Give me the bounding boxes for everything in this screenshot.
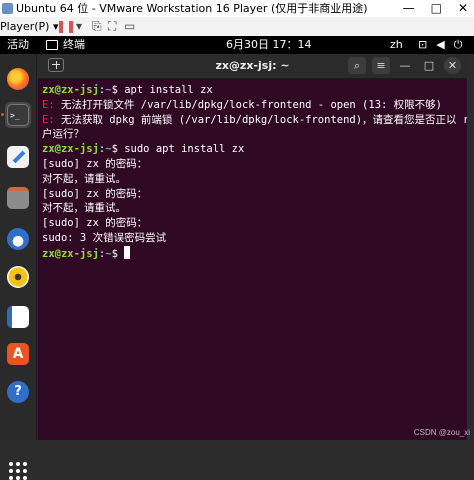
fullscreen-icon[interactable]: ⛶ [108, 19, 116, 34]
terminal-icon: >_ [7, 104, 29, 126]
terminal-line: [sudo] zx 的密码： [42, 216, 465, 231]
prompt-user: zx@zx-jsj [42, 143, 99, 156]
activities-button[interactable]: 活动 [7, 36, 29, 54]
output-text: 对不起，请重试。 [42, 172, 126, 185]
terminal-line: sudo: 3 次错误密码尝试 [42, 231, 465, 246]
send-ctrl-alt-del-icon[interactable]: ⎘ [92, 19, 102, 34]
output-text: [sudo] zx 的密码： [42, 187, 148, 200]
dock-rhythmbox[interactable] [5, 264, 31, 290]
error-tag: E: [42, 113, 55, 126]
dock-files[interactable] [5, 185, 31, 211]
network-icon: ⊡ [418, 38, 428, 51]
power-icon: ⏻ [453, 38, 463, 51]
player-menu[interactable]: Player(P) ▾ [0, 20, 58, 33]
vm-window-title: Ubuntu 64 位 - VMware Workstation 16 Play… [16, 2, 368, 15]
terminal-line: zx@zx-jsj:~$ apt install zx [42, 84, 213, 96]
error-message: 无法获取 dpkg 前端锁 (/var/lib/dpkg/lock-fronte… [54, 113, 467, 126]
text-editor-icon [7, 146, 29, 168]
error-message: 无法打开锁文件 /var/lib/dpkg/lock-frontend - op… [54, 98, 442, 111]
terminal-line: E: 无法获取 dpkg 前端锁 (/var/lib/dpkg/lock-fro… [42, 113, 467, 128]
terminal-line: 户运行？ [42, 127, 465, 142]
terminal-window[interactable]: zx@zx-jsj: ~ ⌕ ≡ — □ ✕ zx@zx-jsj:~$ apt … [38, 54, 467, 440]
output-text: [sudo] zx 的密码： [42, 217, 148, 230]
command-text: sudo apt install zx [117, 143, 245, 156]
running-indicator [1, 113, 4, 116]
dock-libreoffice-writer[interactable] [5, 304, 31, 330]
text-cursor [124, 245, 131, 259]
chevron-down-icon[interactable]: ▾ [76, 19, 82, 33]
help-icon: ? [7, 381, 29, 403]
pause-icon[interactable]: ❚❚ [56, 19, 76, 33]
writer-icon [7, 306, 29, 328]
menu-button[interactable]: ≡ [372, 57, 390, 74]
terminal-output[interactable]: zx@zx-jsj:~$ apt install zx E: 无法打开锁文件 /v… [42, 83, 467, 262]
watermark: CSDN @zou_xi [413, 428, 470, 437]
maximize-button[interactable]: □ [431, 0, 442, 17]
search-icon: ⌕ [353, 59, 361, 72]
terminal-line: zx@zx-jsj:~$ [42, 245, 465, 262]
output-text: sudo: 3 次错误密码尝试 [42, 231, 167, 244]
maximize-button[interactable]: □ [420, 57, 438, 74]
minimize-button[interactable]: — [403, 0, 415, 17]
hamburger-icon: ≡ [376, 59, 386, 72]
system-tray[interactable]: ⊡ ◀ ⏻ [418, 36, 462, 54]
terminal-line: zx@zx-jsj:~$ sudo apt install zx [42, 143, 245, 156]
app-menu-label: 终端 [63, 38, 85, 51]
terminal-line: 对不起，请重试。 [42, 172, 465, 187]
terminal-line: [sudo] zx 的密码： [42, 157, 465, 172]
vm-toolbar: Player(P) ▾ ❚❚ ▾ ⎘ ⛶ ▭ [0, 17, 474, 37]
close-button[interactable]: ✕ [458, 0, 468, 17]
dock-firefox[interactable] [5, 66, 31, 92]
vmware-icon [2, 3, 13, 14]
prompt-user: zx@zx-jsj [42, 84, 99, 96]
clock[interactable]: 6月30日 17：14 [226, 36, 312, 54]
terminal-line: E: 无法打开锁文件 /var/lib/dpkg/lock-frontend -… [42, 98, 465, 113]
close-button[interactable]: ✕ [444, 57, 461, 74]
minimize-button[interactable]: — [396, 57, 414, 74]
firefox-icon [7, 68, 29, 90]
dock-text-editor[interactable] [5, 144, 31, 170]
dock: >_ A ? [0, 54, 37, 480]
thunderbird-icon [7, 228, 29, 250]
input-method-indicator[interactable]: zh [390, 36, 403, 54]
error-tag: E: [42, 98, 55, 111]
volume-icon: ◀ [436, 38, 445, 51]
terminal-headerbar: zx@zx-jsj: ~ ⌕ ≡ — □ ✕ [38, 54, 467, 79]
output-text: 对不起，请重试。 [42, 202, 126, 215]
search-button[interactable]: ⌕ [348, 57, 366, 74]
unity-icon[interactable]: ▭ [124, 19, 135, 33]
command-text: apt install zx [117, 84, 213, 96]
terminal-icon [46, 40, 58, 50]
software-center-icon: A [7, 343, 29, 365]
show-applications-button[interactable] [9, 462, 27, 480]
top-panel: 活动 终端 6月30日 17：14 zh ⊡ ◀ ⏻ [0, 36, 474, 54]
app-menu[interactable]: 终端 [46, 36, 85, 54]
prompt-user: zx@zx-jsj [42, 247, 99, 260]
dock-software[interactable]: A [5, 341, 31, 367]
dock-terminal[interactable]: >_ [1, 102, 31, 128]
terminal-line: 对不起，请重试。 [42, 201, 465, 216]
dock-help[interactable]: ? [5, 379, 31, 405]
output-text: 户运行？ [42, 128, 84, 141]
dock-thunderbird[interactable] [5, 226, 31, 252]
rhythmbox-icon [7, 266, 29, 288]
files-icon [7, 187, 29, 209]
output-text: [sudo] zx 的密码： [42, 157, 148, 170]
terminal-line: [sudo] zx 的密码： [42, 187, 465, 202]
vm-title-bar: Ubuntu 64 位 - VMware Workstation 16 Play… [0, 0, 474, 17]
